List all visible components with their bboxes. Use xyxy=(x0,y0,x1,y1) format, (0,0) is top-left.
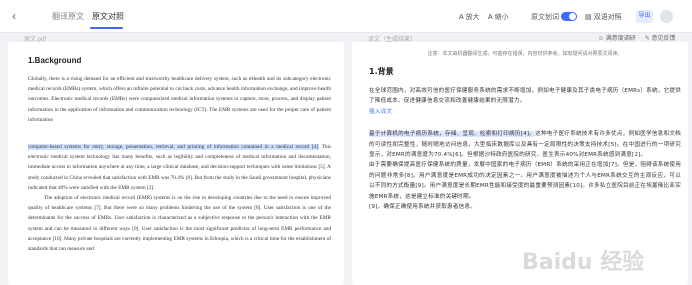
top-toolbar: ‹ 翻译原文 原文对照 A 放大 A 缩小 原文划词 ▤ 双语对照 导出 xyxy=(0,0,692,33)
bilingual-button[interactable]: ▤ 双语对照 xyxy=(585,12,622,22)
translation-highlight[interactable]: 基于计算机的电子病历系统，存储、呈现、检索和打印病历[4]。 xyxy=(369,131,536,138)
translation-paragraph-3: 由于需要确保提高医疗保健系统的质量，发展中国家的电子病历（EMR）系统的采用正在… xyxy=(369,162,681,200)
zoom-out-button[interactable]: A 缩小 xyxy=(488,12,509,22)
translation-paragraph-2: 基于计算机的电子病历系统，存储、呈现、检索和打印病历[4]。这种电子医疗系统技术… xyxy=(369,131,681,159)
document-icon: ▤ xyxy=(585,14,592,21)
survey-link[interactable]: ☺ 满意度调研 xyxy=(598,33,636,42)
word-select-toggle[interactable] xyxy=(561,12,577,21)
font-size-icon: A xyxy=(459,13,464,21)
back-arrow-icon[interactable]: ‹ xyxy=(12,10,22,22)
source-paragraph-3: The adoption of electronic medical recor… xyxy=(28,195,331,253)
translation-tools: ☺ 满意度调研 ✎ 意见反馈 xyxy=(598,33,676,42)
insert-translation-link[interactable]: 插入译文 xyxy=(369,107,681,117)
word-select-toggle-label: 原文划词 xyxy=(531,14,559,21)
translation-notice: 注意：本文由机器翻译生成，可能存在错误，内容仅供参考。如有疑问请对照原文阅读。 xyxy=(427,51,623,57)
source-highlight[interactable]: computer-based systems for entry, storag… xyxy=(28,144,320,151)
smile-icon: ☺ xyxy=(598,36,606,42)
watermark: Baidu 经验 xyxy=(522,250,645,275)
export-button[interactable]: 导出 xyxy=(636,10,653,23)
translation-paragraph-1: 在全球范围内，对高效可信的医疗保健服务系统的需求不断增加，例如电子健康及其子类电… xyxy=(369,88,681,105)
source-paragraph-2: computer-based systems for entry, storag… xyxy=(28,144,331,191)
zoom-in-button[interactable]: A 放大 xyxy=(459,12,480,22)
source-paragraph-1: Globally, there is a rising demand for a… xyxy=(28,76,331,123)
translation-label: 译文（生成结果） xyxy=(368,37,417,43)
tab-compare[interactable]: 原文对照 xyxy=(92,11,124,22)
feedback-link[interactable]: ✎ 意见反馈 xyxy=(645,33,676,42)
translation-paragraph-4: [9]。确保正确使用系统并获取患者信息。 xyxy=(369,204,477,211)
source-heading: 1.Background xyxy=(28,56,82,65)
avatar[interactable] xyxy=(660,10,673,23)
translation-body: 注意：本文由机器翻译生成，可能存在错误，内容仅供参考。如有疑问请对照原文阅读。 … xyxy=(369,50,681,212)
active-tab-indicator xyxy=(90,27,123,29)
source-file-label: 原文.pdf xyxy=(24,37,47,43)
translation-heading: 1.背景 xyxy=(369,67,394,76)
feedback-icon: ✎ xyxy=(644,36,652,42)
font-size-icon: A xyxy=(488,13,493,21)
source-document-body: 1.Background Globally, there is a rising… xyxy=(28,56,331,254)
source-document-panel: 1.Background Globally, there is a rising… xyxy=(8,42,344,285)
tab-translation[interactable]: 翻译原文 xyxy=(52,11,84,22)
